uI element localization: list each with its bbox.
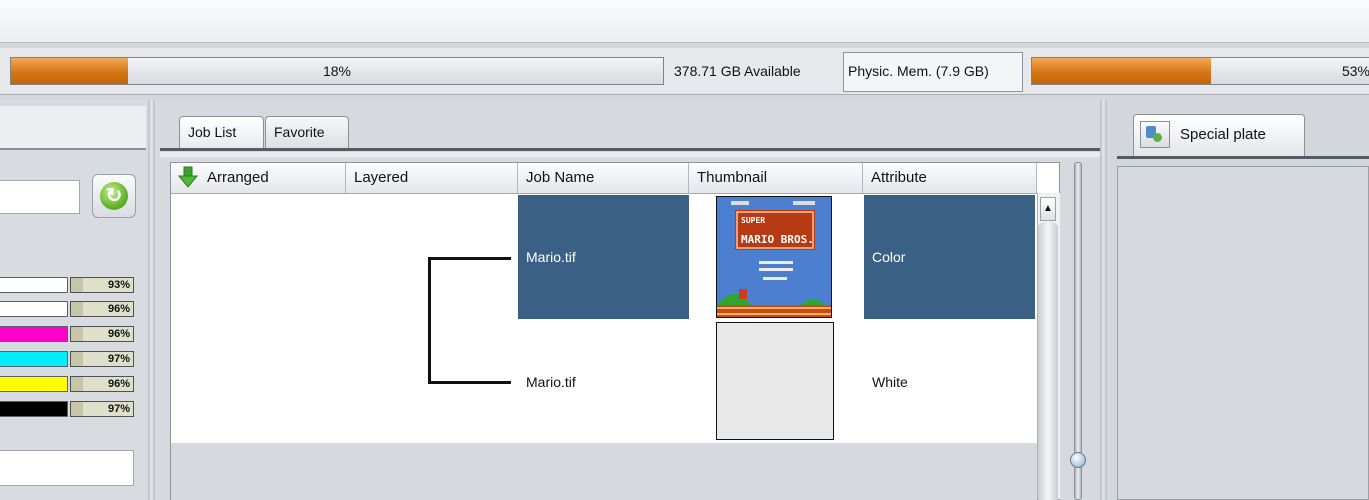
right-splitter[interactable]	[1100, 100, 1107, 500]
table-scrollbar-thumb[interactable]	[1038, 222, 1058, 500]
layer-connector	[428, 257, 511, 260]
ink-swatch-yellow	[0, 376, 68, 392]
disk-available-text: 378.71 GB Available	[674, 63, 801, 79]
ink-swatch-black	[0, 401, 68, 417]
ink-level-row: 96%	[0, 324, 140, 344]
ink-level-row: 97%	[0, 399, 140, 419]
thumbnail-title-main: MARIO BROS.	[741, 233, 814, 246]
job-attribute: Color	[872, 249, 906, 265]
tab-underline-highlight	[160, 152, 1100, 157]
job-attribute: White	[872, 374, 908, 390]
refresh-icon	[100, 182, 128, 210]
ink-level-row: 93%	[0, 275, 140, 295]
refresh-button[interactable]	[92, 174, 136, 218]
physical-memory-label: Physic. Mem. (7.9 GB)	[848, 63, 989, 79]
ink-level-percent: 93%	[70, 277, 134, 293]
ink-level-percent: 96%	[70, 376, 134, 392]
table-header: Arranged Layered Job Name Thumbnail Attr…	[171, 163, 1037, 194]
layer-connector	[428, 257, 431, 383]
right-tab-underline	[1117, 156, 1369, 159]
scroll-up-arrow-icon[interactable]: ▲	[1040, 197, 1056, 221]
ink-swatch-white	[0, 277, 68, 293]
column-header-thumbnail[interactable]: Thumbnail	[689, 163, 863, 193]
ink-swatch-white-2	[0, 301, 68, 317]
job-name: Mario.tif	[526, 249, 576, 265]
table-empty-area	[171, 443, 1037, 500]
ink-level-row: 97%	[0, 349, 140, 369]
tab-underline	[160, 148, 1100, 151]
left-splitter[interactable]	[148, 100, 155, 500]
ink-level-percent: 97%	[70, 351, 134, 367]
thumbnail-image-color[interactable]: SUPER MARIO BROS.	[716, 196, 832, 318]
vertical-slider-track[interactable]	[1074, 162, 1082, 500]
ink-level-percent: 96%	[70, 301, 134, 317]
special-plate-label: Special plate	[1180, 126, 1266, 143]
left-bottom-input[interactable]	[0, 450, 134, 486]
memory-usage-bar: 53%	[1031, 57, 1369, 85]
left-search-input[interactable]	[0, 180, 80, 214]
column-header-job-name[interactable]: Job Name	[518, 163, 689, 193]
layer-connector	[428, 381, 511, 384]
ink-level-row: 96%	[0, 374, 140, 394]
ink-level-row: 96%	[0, 299, 140, 319]
sort-down-arrow-icon[interactable]	[178, 166, 198, 188]
ink-level-percent: 97%	[70, 401, 134, 417]
vertical-slider-knob[interactable]	[1070, 452, 1086, 468]
special-plate-content	[1117, 166, 1369, 500]
disk-usage-percent: 18%	[322, 63, 352, 79]
special-plate-icon	[1140, 121, 1170, 148]
ink-level-percent: 96%	[70, 326, 134, 342]
column-header-layered[interactable]: Layered	[346, 163, 518, 193]
left-panel-header	[0, 106, 146, 150]
thumbnail-image-white[interactable]	[716, 322, 834, 440]
mario-thumbnail-art: SUPER MARIO BROS.	[717, 197, 831, 317]
ink-swatch-magenta	[0, 326, 68, 342]
column-header-attribute[interactable]: Attribute	[863, 163, 1037, 193]
job-name: Mario.tif	[526, 374, 576, 390]
memory-usage-percent: 53%	[1341, 63, 1369, 79]
disk-usage-bar: 18%	[10, 57, 664, 85]
tab-job-list[interactable]: Job List	[179, 116, 264, 148]
ink-swatch-cyan	[0, 351, 68, 367]
top-toolbar	[0, 0, 1369, 43]
tab-favorite[interactable]: Favorite	[265, 116, 349, 148]
thumbnail-title-top: SUPER	[741, 216, 765, 225]
